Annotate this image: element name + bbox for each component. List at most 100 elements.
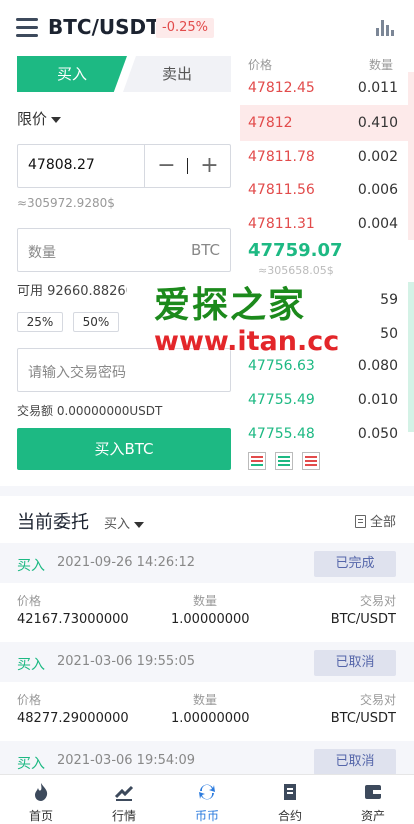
ask-price: 47812.45 <box>248 80 315 96</box>
last-price-approx: ≈305658.05$ <box>258 264 334 277</box>
caret-down-icon <box>134 521 145 528</box>
bid-row[interactable]: 50 <box>240 316 414 352</box>
nav-contract-label: 合约 <box>277 809 302 823</box>
order-time: 2021-03-06 19:54:09 <box>57 753 196 768</box>
all-orders-link[interactable]: 全部 <box>354 511 396 530</box>
bid-row[interactable]: 47755.49 0.010 <box>240 382 414 418</box>
ask-qty: 0.004 <box>357 216 398 232</box>
ask-row[interactable]: 47812 0.410 <box>240 105 414 141</box>
nav-contract[interactable]: 合约 <box>249 775 331 824</box>
wallet-icon <box>365 785 381 799</box>
order-status-button[interactable]: 已取消 <box>314 749 396 775</box>
pair-title[interactable]: BTC/USDT <box>48 15 160 39</box>
bottom-nav: 首页 行情 币币 合约 资产 <box>0 774 414 824</box>
buy-button[interactable]: 买入BTC <box>17 428 231 470</box>
tab-buy[interactable]: 买入 <box>17 56 127 92</box>
order-qty: 1.00000000 <box>171 612 250 627</box>
order-details: 价格 数量 交易对 42167.73000000 1.00000000 BTC/… <box>0 588 414 636</box>
nav-assets-label: 资产 <box>360 809 385 823</box>
plus-button[interactable]: + <box>188 145 231 187</box>
bid-qty: 0.010 <box>357 392 398 408</box>
order-status-button[interactable]: 已完成 <box>314 551 396 577</box>
col-qty-label: 数量 <box>193 693 218 707</box>
password-placeholder: 请输入交易密码 <box>28 365 126 381</box>
trend-icon <box>114 785 134 801</box>
quantity-field[interactable]: 数量 BTC <box>17 228 231 272</box>
order-header: 买入 2021-03-06 19:55:05 已取消 <box>0 642 414 682</box>
ask-qty: 0.410 <box>357 115 398 131</box>
caret-down-icon <box>51 116 62 123</box>
order-price: 48277.29000000 <box>17 711 129 726</box>
nav-spot-label: 币币 <box>194 809 219 823</box>
available-balance: 可用 92660.88260 <box>17 284 127 299</box>
percent-50-button[interactable]: 50% <box>73 312 119 332</box>
percent-25-button[interactable]: 25% <box>17 312 63 332</box>
col-qty-label: 数量 <box>193 594 218 608</box>
orders-filter-label: 买入 <box>104 517 131 532</box>
view-both-icon[interactable] <box>248 452 266 470</box>
price-approx: ≈305972.9280$ <box>17 196 115 210</box>
tab-sell[interactable]: 卖出 <box>123 56 231 92</box>
nav-market[interactable]: 行情 <box>83 775 165 824</box>
order-qty: 1.00000000 <box>171 711 250 726</box>
order-price: 42167.73000000 <box>17 612 129 627</box>
ask-price: 47811.31 <box>248 216 315 232</box>
order-header: 买入 2021-09-26 14:26:12 已完成 <box>0 543 414 583</box>
orders-title: 当前委托 <box>17 512 89 533</box>
ask-row[interactable]: 47812.45 0.011 <box>240 70 414 106</box>
ask-qty: 0.011 <box>357 80 398 96</box>
orders-filter[interactable]: 买入 <box>104 513 145 532</box>
trade-password-field[interactable]: 请输入交易密码 <box>17 348 231 392</box>
nav-spot[interactable]: 币币 <box>166 775 248 824</box>
ask-row[interactable]: 47811.78 0.002 <box>240 139 414 175</box>
col-price-label: 价格 <box>17 693 42 707</box>
view-bids-icon[interactable] <box>275 452 293 470</box>
bid-row[interactable]: 47756.63 0.080 <box>240 348 414 384</box>
ask-qty: 0.002 <box>357 149 398 165</box>
order-type-label: 限价 <box>17 110 48 128</box>
flame-icon <box>35 783 48 801</box>
ask-price: 47811.56 <box>248 182 315 198</box>
order-side: 买入 <box>17 657 45 673</box>
bid-qty: 0.050 <box>357 426 398 442</box>
order-details: 价格 数量 交易对 48277.29000000 1.00000000 BTC/… <box>0 687 414 735</box>
minus-button[interactable]: − <box>145 145 188 187</box>
bid-qty: 50 <box>380 326 398 342</box>
contract-icon <box>284 784 296 800</box>
col-price-label: 价格 <box>17 594 42 608</box>
trade-tabs: 买入 卖出 <box>17 56 231 92</box>
price-input[interactable]: 47808.27 <box>28 157 95 173</box>
order-time: 2021-03-06 19:55:05 <box>57 654 196 669</box>
depth-bar <box>408 72 414 130</box>
order-side: 买入 <box>17 558 45 574</box>
document-icon <box>354 515 366 528</box>
order-time: 2021-09-26 14:26:12 <box>57 555 196 570</box>
bid-row[interactable]: 47755.48 0.050 <box>240 416 414 452</box>
nav-home-label: 首页 <box>28 809 53 823</box>
chart-icon[interactable] <box>376 18 394 36</box>
ask-price: 47812 <box>248 115 293 131</box>
change-badge: -0.25% <box>156 18 214 38</box>
price-stepper[interactable]: 47808.27 − + <box>17 144 231 188</box>
view-asks-icon[interactable] <box>302 452 320 470</box>
header: BTC/USDT -0.25% <box>0 0 414 56</box>
depth-bar <box>408 282 414 432</box>
ask-price: 47811.78 <box>248 149 315 165</box>
menu-icon[interactable] <box>16 18 38 38</box>
bid-price: 47755.48 <box>248 426 315 442</box>
bid-row[interactable]: 59 <box>240 282 414 318</box>
order-status-button[interactable]: 已取消 <box>314 650 396 676</box>
bid-qty: 59 <box>380 292 398 308</box>
ask-row[interactable]: 47811.31 0.004 <box>240 206 414 242</box>
nav-market-label: 行情 <box>111 809 136 823</box>
quantity-unit: BTC <box>190 241 220 259</box>
order-type-select[interactable]: 限价 <box>17 108 62 129</box>
nav-assets[interactable]: 资产 <box>332 775 414 824</box>
bid-price: 47755.49 <box>248 392 315 408</box>
order-pair: BTC/USDT <box>330 711 396 726</box>
col-pair-label: 交易对 <box>359 693 396 707</box>
ask-qty: 0.006 <box>357 182 398 198</box>
turnover: 交易额 0.00000000USDT <box>17 404 163 418</box>
ask-row[interactable]: 47811.56 0.006 <box>240 172 414 208</box>
nav-home[interactable]: 首页 <box>0 775 82 824</box>
